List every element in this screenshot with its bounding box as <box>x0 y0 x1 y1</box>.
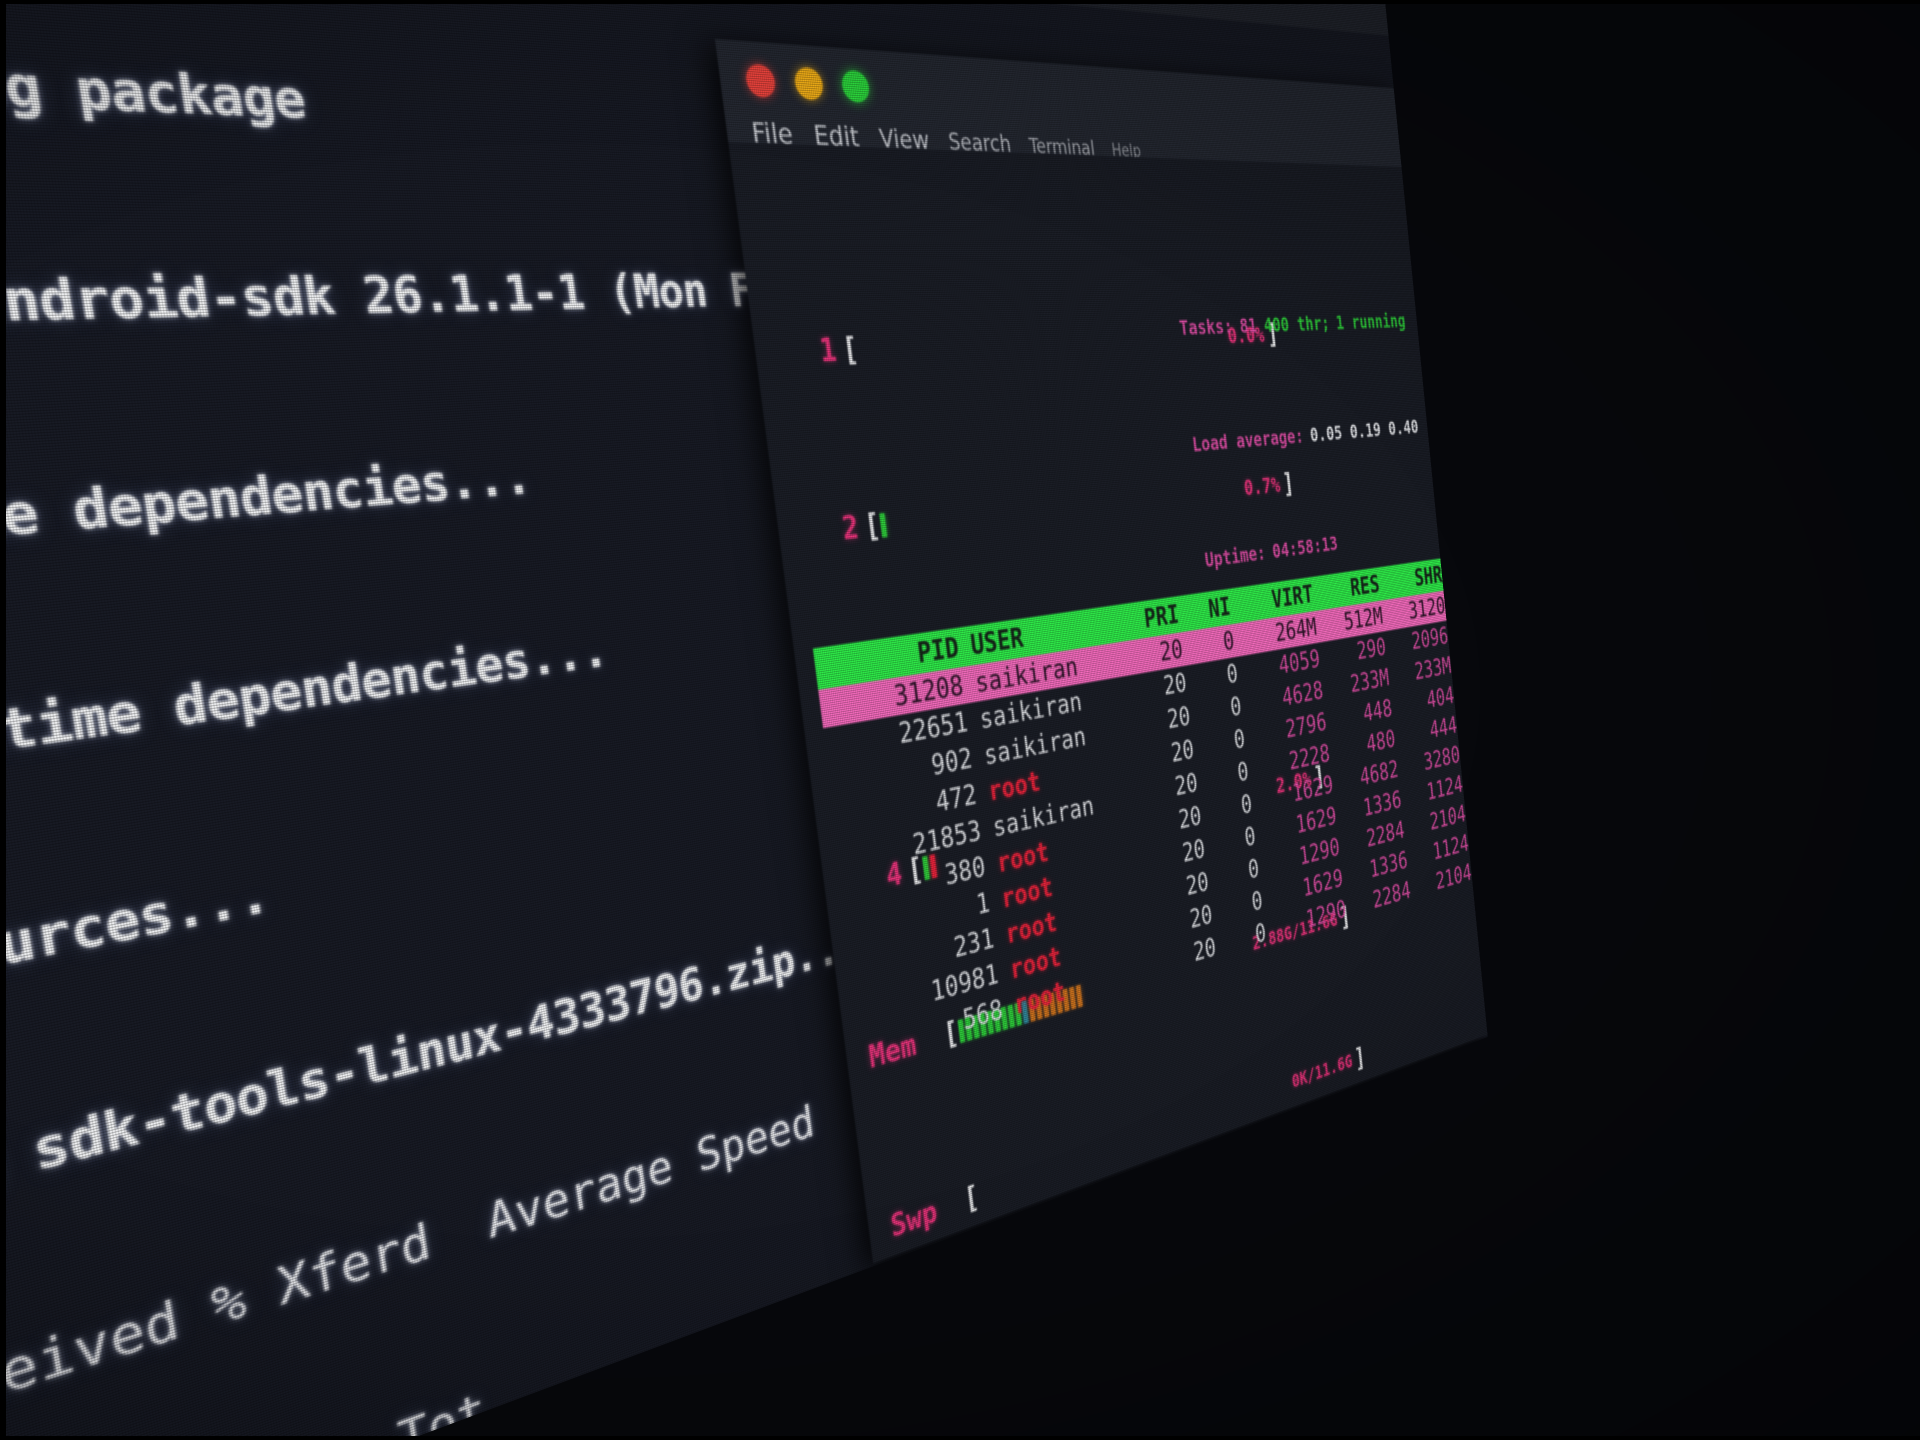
running-value: 1 running <box>1334 309 1407 334</box>
maximize-icon[interactable] <box>840 69 871 104</box>
monitor-screen: Help d installing package package: andro… <box>0 0 1488 1440</box>
minimize-icon[interactable] <box>793 66 825 101</box>
swap-meter-value: 0K/11.6G <box>1290 1050 1354 1093</box>
tasks-line: Tasks: 81 400 thr; 1 running <box>1177 303 1409 348</box>
photo-stage: Help d installing package package: andro… <box>0 0 1920 1440</box>
tasks-value: 81 <box>1238 313 1259 338</box>
column-header-ni[interactable]: NI <box>1186 591 1240 627</box>
file-line-sh: android-sdk.sh <box>0 1335 1488 1440</box>
swap-bar <box>977 1084 1256 1209</box>
load-average-value: 0.05 0.19 0.40 <box>1308 415 1420 447</box>
close-icon[interactable] <box>744 63 777 99</box>
load-average-label: Load average: <box>1190 424 1305 457</box>
swap-meter-label: Swp <box>888 1193 940 1245</box>
uptime-label: Uptime: <box>1203 540 1267 572</box>
bracket-close-icon: ] <box>1353 1041 1367 1075</box>
uptime-value: 04:58:13 <box>1271 531 1339 563</box>
column-header-pri[interactable]: PRI <box>1125 599 1189 637</box>
window-control-group <box>744 63 871 104</box>
cpu-bar <box>878 483 1178 540</box>
tasks-label: Tasks: <box>1178 314 1234 340</box>
threads-value: 400 thr; <box>1262 311 1331 337</box>
cpu-bar <box>857 326 1161 364</box>
cpu-meter-label: 1 <box>817 331 839 370</box>
cpu-meter-label: 2 <box>840 509 861 548</box>
load-average-line: Load average: 0.05 0.19 0.40 <box>1190 409 1420 464</box>
